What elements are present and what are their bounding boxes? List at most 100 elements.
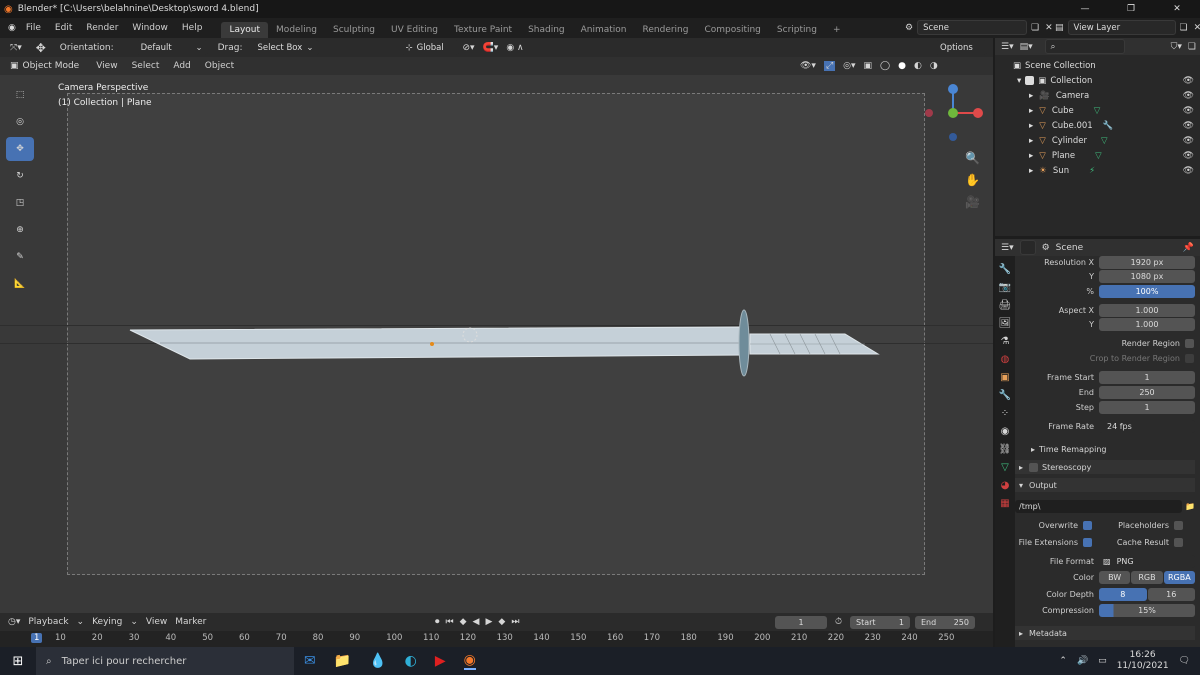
- output-panel[interactable]: ▾ Output: [1015, 478, 1195, 492]
- blender-app-icon[interactable]: ◉: [463, 652, 476, 670]
- render-tab-icon[interactable]: 📷: [999, 282, 1011, 293]
- tray-chevron-icon[interactable]: ⌃: [1059, 656, 1067, 666]
- output-path-input[interactable]: /tmp\: [1015, 499, 1183, 513]
- resolution-x-field[interactable]: 1920 px: [1099, 255, 1195, 269]
- menu-render[interactable]: Render: [79, 23, 125, 33]
- list-item[interactable]: ▸ ▽ Cube ▽ 👁: [995, 103, 1200, 118]
- pan-hand-icon[interactable]: ✋: [965, 169, 980, 191]
- list-item[interactable]: ▸ ▽ Plane ▽ 👁: [995, 148, 1200, 163]
- tab-animation[interactable]: Animation: [573, 22, 635, 38]
- aspect-y-field[interactable]: 1.000: [1099, 317, 1195, 331]
- list-item[interactable]: ▸ 🎥 Camera 👁: [995, 88, 1200, 103]
- physics-tab-icon[interactable]: ◉: [1001, 426, 1010, 437]
- zoom-icon[interactable]: 🔍: [965, 147, 980, 169]
- list-item[interactable]: ▸ ▽ Cube.001 🔧 👁: [995, 118, 1200, 133]
- menu-view[interactable]: View: [89, 61, 124, 71]
- rotate-tool-icon[interactable]: ↻: [6, 164, 34, 188]
- frame-start-field[interactable]: 1: [1099, 370, 1195, 384]
- jump-start-icon[interactable]: ⏮: [446, 617, 454, 627]
- crop-region-checkbox[interactable]: [1185, 353, 1194, 363]
- solid-shading-icon[interactable]: ●: [898, 61, 906, 71]
- scene-selector-icon[interactable]: ⚙: [905, 23, 913, 33]
- pin-icon[interactable]: 📌: [1183, 243, 1194, 253]
- play-reverse-icon[interactable]: ◀: [473, 617, 480, 627]
- particles-tab-icon[interactable]: ⁘: [1001, 408, 1009, 419]
- maximize-button[interactable]: ❐: [1108, 0, 1154, 18]
- eye-icon[interactable]: 👁: [1183, 151, 1194, 161]
- paint-app-icon[interactable]: 💧: [369, 653, 386, 669]
- eye-icon[interactable]: 👁: [1183, 91, 1194, 101]
- snap-icon[interactable]: 🧲▾: [483, 43, 499, 53]
- view-layer-icon[interactable]: ▤: [1055, 23, 1064, 33]
- edge-app-icon[interactable]: ◐: [405, 653, 417, 669]
- color-rgba-button[interactable]: RGBA: [1163, 570, 1195, 584]
- move-tool-button[interactable]: ✥: [6, 137, 34, 161]
- drag-dropdown[interactable]: Select Box ⌄: [252, 40, 319, 55]
- properties-search-input[interactable]: [1019, 240, 1036, 255]
- collection-row[interactable]: ▾ ▣ Collection 👁: [995, 73, 1200, 88]
- close-button[interactable]: ✕: [1154, 0, 1200, 18]
- resolution-y-field[interactable]: 1080 px: [1099, 269, 1195, 283]
- frame-end-field[interactable]: 250: [1099, 385, 1195, 399]
- menu-select[interactable]: Select: [125, 61, 167, 71]
- view-layer-remove-icon[interactable]: ✕: [1194, 23, 1200, 33]
- tool-icon[interactable]: ⤧▾: [10, 43, 22, 53]
- tab-compositing[interactable]: Compositing: [696, 22, 768, 38]
- current-frame-field[interactable]: 1: [775, 615, 827, 629]
- scene-new-icon[interactable]: ❏: [1031, 23, 1039, 33]
- sword-model[interactable]: [120, 305, 890, 385]
- options-dropdown[interactable]: Options: [935, 40, 987, 55]
- eye-icon[interactable]: 👁: [1183, 136, 1194, 146]
- language-icon[interactable]: ▭: [1098, 656, 1107, 666]
- frame-rate-dropdown[interactable]: 24 fps: [1099, 419, 1195, 433]
- filter-icon[interactable]: ⛉▾: [1171, 42, 1182, 52]
- minimize-button[interactable]: —: [1062, 0, 1108, 18]
- eye-icon[interactable]: 👁: [1183, 76, 1194, 86]
- view-layer-tab-icon[interactable]: 🖼: [999, 318, 1012, 329]
- scene-remove-icon[interactable]: ✕: [1045, 23, 1053, 33]
- overlay-icon[interactable]: ◎▾: [843, 61, 855, 71]
- menu-edit[interactable]: Edit: [48, 23, 79, 33]
- menu-keying[interactable]: Keying: [92, 617, 122, 627]
- color-bw-button[interactable]: BW: [1099, 570, 1131, 584]
- menu-add[interactable]: Add: [166, 61, 197, 71]
- tab-uv-editing[interactable]: UV Editing: [383, 22, 446, 38]
- collection-checkbox[interactable]: [1025, 76, 1035, 85]
- list-item[interactable]: ▸ ▽ Cylinder ▽ 👁: [995, 133, 1200, 148]
- camera-view-icon[interactable]: 🎥: [965, 191, 980, 213]
- proportional-edit-icon[interactable]: ◉ ∧: [506, 43, 523, 53]
- eye-icon[interactable]: 👁: [1183, 106, 1194, 116]
- texture-tab-icon[interactable]: ▦: [1000, 498, 1009, 509]
- depth-16-button[interactable]: 16: [1147, 587, 1195, 601]
- scene-collection-row[interactable]: ▣ Scene Collection: [995, 58, 1200, 73]
- menu-playback[interactable]: Playback: [28, 617, 68, 627]
- output-tab-icon[interactable]: 🖨: [999, 300, 1012, 311]
- tab-shading[interactable]: Shading: [520, 22, 573, 38]
- play-icon[interactable]: ▶: [485, 617, 492, 627]
- scale-tool-icon[interactable]: ◳: [6, 191, 34, 215]
- placeholders-checkbox[interactable]: [1174, 520, 1183, 530]
- modifier-tab-icon[interactable]: 🔧: [999, 390, 1011, 401]
- frame-ruler[interactable]: 1 10 20 30 40 50 60 70 80 90 100 110 120 130 140 150 160…: [0, 631, 993, 647]
- world-tab-icon[interactable]: ◍: [1001, 354, 1010, 365]
- visibility-icon[interactable]: 👁▾: [800, 61, 816, 71]
- select-tool-icon[interactable]: ⬚: [6, 83, 34, 107]
- wireframe-shading-icon[interactable]: ◯: [880, 61, 890, 71]
- menu-help[interactable]: Help: [175, 23, 210, 33]
- overwrite-checkbox[interactable]: [1083, 520, 1092, 530]
- taskbar-search-input[interactable]: ⌕ Taper ici pour rechercher: [36, 647, 294, 675]
- file-format-dropdown[interactable]: ▨ PNG: [1099, 554, 1195, 568]
- editor-type-icon[interactable]: ◷▾: [8, 617, 20, 627]
- data-tab-icon[interactable]: ▽: [1001, 462, 1009, 473]
- orientation-dropdown[interactable]: Default ⌄: [135, 40, 208, 55]
- annotate-tool-icon[interactable]: ✎: [6, 245, 34, 269]
- menu-object[interactable]: Object: [198, 61, 241, 71]
- display-mode-icon[interactable]: ▤▾: [1020, 42, 1033, 52]
- scene-field[interactable]: Scene: [917, 20, 1028, 35]
- prev-key-icon[interactable]: ◆: [460, 617, 467, 627]
- tab-layout[interactable]: Layout: [221, 22, 269, 38]
- menu-file[interactable]: File: [19, 23, 48, 33]
- scene-tab-icon[interactable]: ⚗: [1001, 336, 1010, 347]
- outliner-search-input[interactable]: ⌕: [1044, 39, 1125, 54]
- volume-icon[interactable]: 🔊: [1077, 656, 1088, 666]
